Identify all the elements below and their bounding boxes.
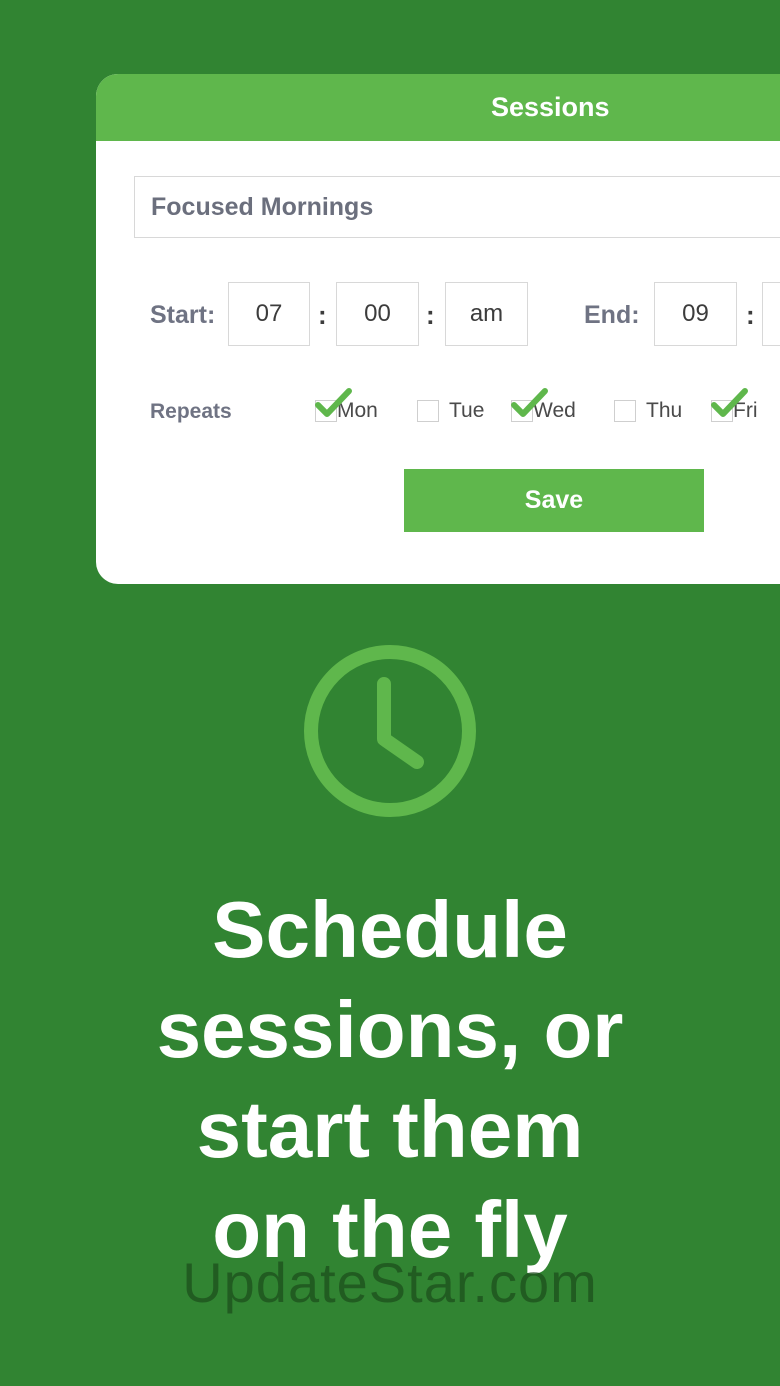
day-label: Tue — [449, 399, 485, 422]
start-label: Start: — [150, 301, 216, 329]
end-minute-field[interactable] — [762, 282, 780, 346]
watermark: UpdateStar.com — [182, 1251, 598, 1314]
sessions-card: Sessions Focused Mornings Start: 07 : 00… — [96, 74, 780, 584]
headline-line: start them — [196, 1085, 584, 1174]
day-checkbox-mon[interactable]: Mon — [315, 388, 378, 426]
end-label: End: — [584, 301, 640, 329]
checkbox[interactable] — [417, 400, 439, 422]
start-ampm-field[interactable]: am — [445, 282, 528, 346]
clock-icon — [304, 645, 476, 817]
headline-line: Schedule — [212, 885, 568, 974]
day-checkbox-fri[interactable]: Fri — [711, 388, 758, 426]
checkmark-icon — [315, 388, 352, 417]
save-button[interactable]: Save — [404, 469, 704, 532]
card-title: Sessions — [491, 92, 610, 122]
day-label: Thu — [646, 399, 683, 422]
checkmark-icon — [511, 388, 548, 417]
end-hour-field[interactable]: 09 — [654, 282, 737, 346]
start-minute-field[interactable]: 00 — [336, 282, 419, 346]
headline-line: sessions, or — [156, 985, 624, 1074]
checkbox[interactable] — [315, 388, 352, 422]
day-checkbox-tue[interactable]: Tue — [417, 396, 484, 426]
day-checkbox-wed[interactable]: Wed — [511, 388, 576, 426]
checkbox[interactable] — [614, 400, 636, 422]
card-header: Sessions — [96, 74, 780, 141]
headline: Schedule sessions, or start them on the … — [0, 880, 780, 1280]
time-separator: : — [746, 300, 755, 330]
checkmark-icon — [711, 388, 748, 417]
session-name-input[interactable]: Focused Mornings — [134, 176, 780, 238]
start-hour-field[interactable]: 07 — [228, 282, 310, 346]
time-separator: : — [426, 300, 435, 330]
day-checkbox-thu[interactable]: Thu — [614, 396, 682, 426]
checkbox[interactable] — [711, 388, 748, 422]
checkbox[interactable] — [511, 388, 548, 422]
repeats-label: Repeats — [150, 400, 232, 423]
time-separator: : — [318, 300, 327, 330]
